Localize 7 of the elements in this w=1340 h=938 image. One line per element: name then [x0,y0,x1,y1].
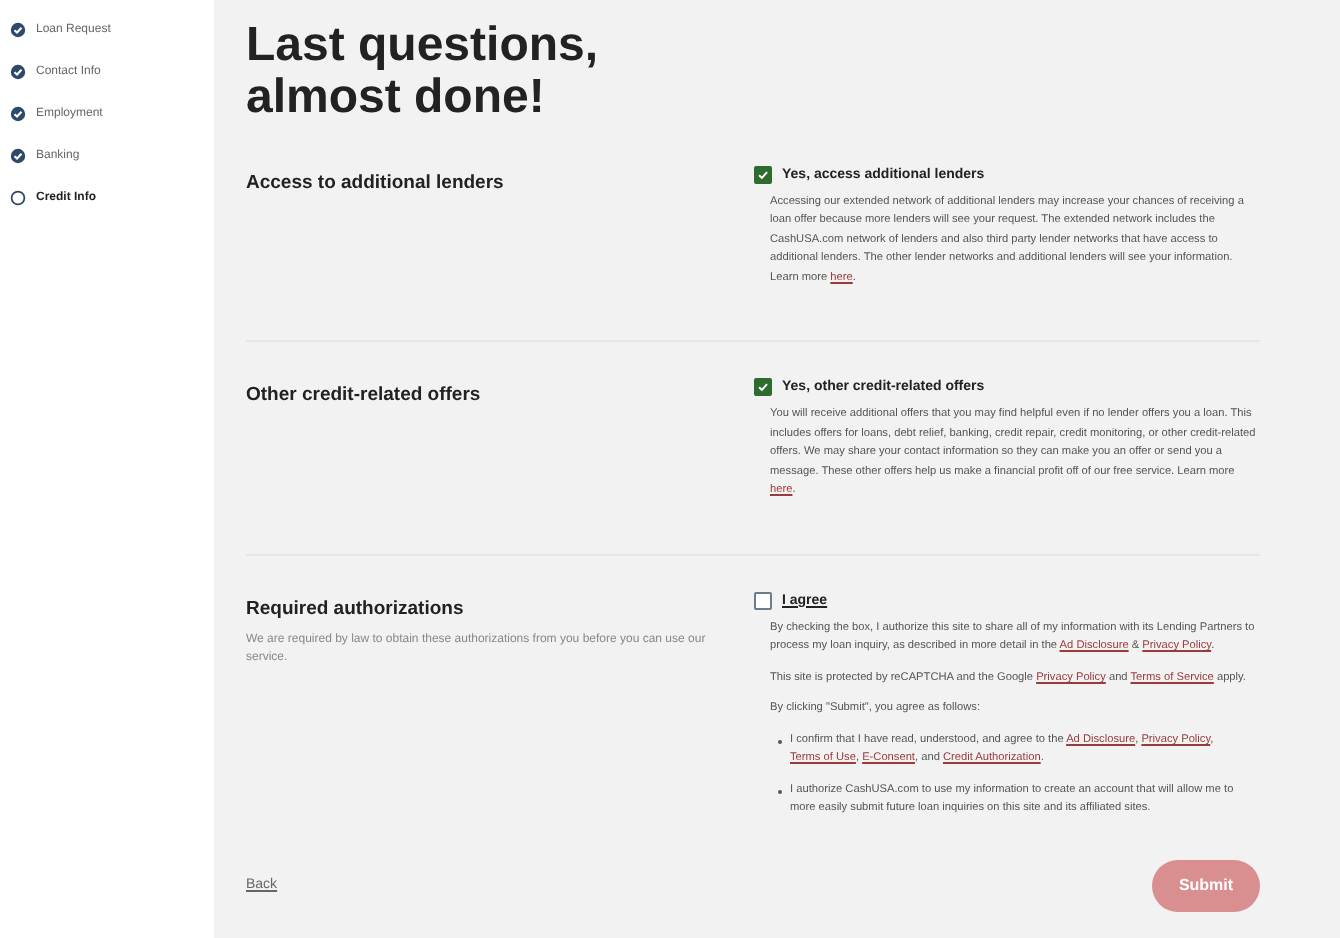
checkbox[interactable] [754,591,772,610]
section-heading: Other credit-related offers [246,384,483,407]
checkbox[interactable] [754,165,772,184]
checkbox[interactable] [754,378,772,397]
page-title: Last questions, almost done! [246,20,601,126]
section-heading: Access to additional lenders [246,171,506,194]
section-heading: Required authorizations [246,597,466,620]
